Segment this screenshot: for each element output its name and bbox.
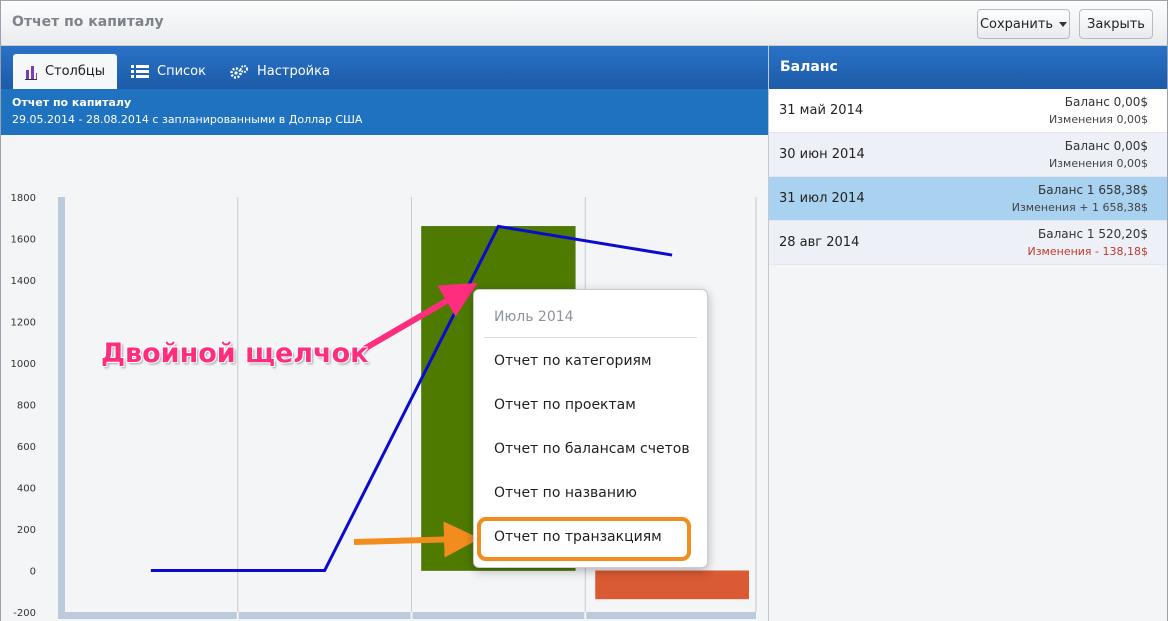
y-tick-label: 600 (17, 442, 36, 453)
bar-chart-icon (25, 65, 37, 80)
y-tick-label: 1800 (11, 193, 36, 204)
tab-settings[interactable]: Настройка (217, 54, 342, 89)
tab-list[interactable]: Список (119, 54, 218, 89)
balance-row[interactable]: 30 июн 2014 Баланс 0,00$ Изменения 0,00$ (769, 133, 1167, 177)
context-menu-title: Июль 2014 (494, 309, 574, 325)
y-tick-label: 200 (17, 525, 36, 536)
menu-item-by-name[interactable]: Отчет по названию (494, 485, 637, 501)
close-button[interactable]: Закрыть (1079, 9, 1153, 39)
double-click-annotation: Двойной щелчок (101, 338, 369, 369)
report-header: Отчет по капиталу 29.05.2014 - 28.08.201… (1, 89, 768, 135)
balance-date: 31 май 2014 (779, 103, 864, 118)
bar (595, 570, 749, 600)
title-bar: Отчет по капиталу Сохранить Закрыть (1, 1, 1167, 46)
balance-value: Баланс 1 520,20$ (1038, 227, 1148, 241)
balance-panel: Баланс 31 май 2014 Баланс 0,00$ Изменени… (769, 46, 1167, 621)
list-icon (131, 64, 149, 78)
tab-columns[interactable]: Столбцы (13, 54, 117, 89)
y-tick-label: -200 (13, 608, 36, 619)
transactions-highlight-box (477, 517, 691, 561)
tab-list-label: Список (157, 64, 206, 79)
chevron-down-icon (1059, 21, 1068, 27)
balance-value: Баланс 0,00$ (1064, 139, 1148, 153)
balance-row[interactable]: 28 авг 2014 Баланс 1 520,20$ Изменения -… (769, 221, 1167, 265)
balance-value: Баланс 1 658,38$ (1038, 183, 1148, 197)
save-button[interactable]: Сохранить (977, 9, 1070, 39)
balance-change: Изменения 0,00$ (1048, 113, 1148, 126)
menu-item-projects[interactable]: Отчет по проектам (494, 397, 636, 413)
x-axis-gap (410, 612, 413, 619)
y-tick-label: 400 (17, 484, 36, 495)
x-axis-gap (584, 612, 587, 619)
y-tick-label: 800 (17, 401, 36, 412)
balance-change: Изменения 0,00$ (1048, 157, 1148, 170)
menu-item-account-balances[interactable]: Отчет по балансам счетов (494, 441, 690, 457)
balance-date: 31 июл 2014 (779, 191, 865, 206)
close-button-label: Закрыть (1087, 16, 1145, 32)
tab-bar: Столбцы Список Настройка (1, 46, 768, 89)
y-tick-label: 1200 (11, 318, 36, 329)
tab-settings-label: Настройка (257, 64, 330, 79)
window-title: Отчет по капиталу (12, 14, 164, 30)
gears-icon (230, 64, 248, 79)
balance-date: 30 июн 2014 (779, 147, 865, 162)
context-menu-separator (484, 337, 697, 338)
balance-value: Баланс 0,00$ (1064, 95, 1148, 109)
report-title: Отчет по капиталу (12, 96, 132, 109)
report-subtitle: 29.05.2014 - 28.08.2014 с запланированны… (12, 113, 363, 126)
balance-change: Изменения + 1 658,38$ (1011, 201, 1148, 214)
balance-change: Изменения - 138,18$ (1027, 245, 1148, 258)
y-tick-label: 1600 (11, 235, 36, 246)
menu-item-categories[interactable]: Отчет по категориям (494, 353, 652, 369)
balance-row-selected[interactable]: 31 июл 2014 Баланс 1 658,38$ Изменения +… (769, 177, 1167, 221)
x-axis-gap (236, 612, 239, 619)
x-axis-strip (58, 612, 756, 619)
save-button-label: Сохранить (979, 16, 1054, 32)
y-tick-label: 0 (30, 567, 36, 578)
y-axis-strip (58, 197, 65, 612)
balance-row[interactable]: 31 май 2014 Баланс 0,00$ Изменения 0,00$ (769, 89, 1167, 133)
tab-columns-label: Столбцы (44, 64, 105, 79)
balance-date: 28 авг 2014 (779, 235, 860, 250)
y-tick-label: 1000 (11, 359, 36, 370)
balance-header: Баланс (769, 46, 1167, 89)
y-tick-label: 1400 (11, 276, 36, 287)
